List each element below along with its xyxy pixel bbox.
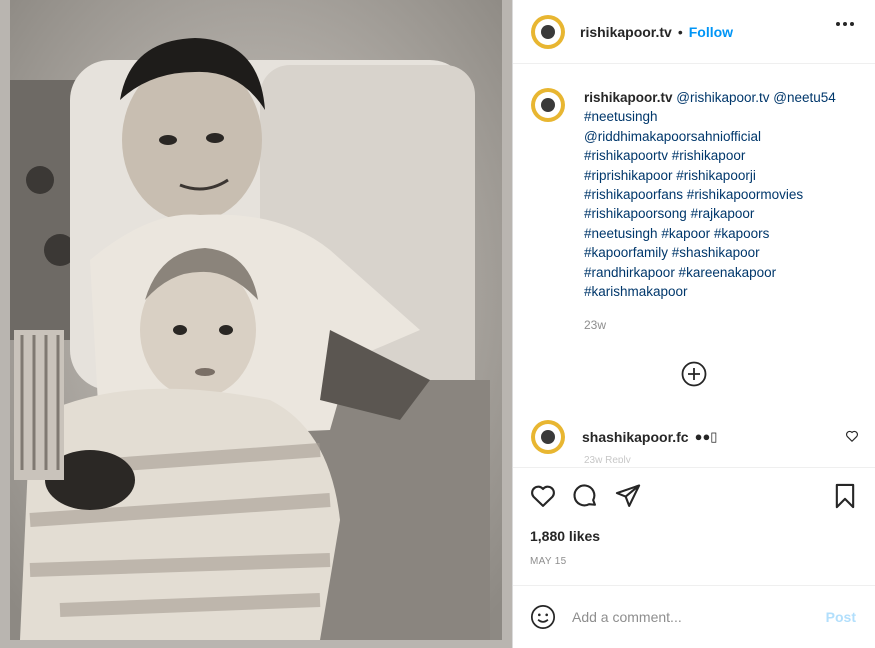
caption-line[interactable]: #karishmakapoor [584,284,688,299]
instagram-post-window: rishikapoor.tv • Follow rishikapoor.tv @… [0,0,875,648]
avatar-image [535,424,561,450]
post-date: MAY 15 [530,556,567,567]
separator-dot: • [677,23,683,40]
comment-meta-cut: 23w Reply [584,455,631,463]
emoji-icon[interactable] [530,604,556,630]
author-avatar[interactable] [531,14,565,49]
post-comment-button[interactable]: Post [826,609,856,625]
caption-line[interactable]: #rishikapoortv #rishikapoor [584,148,745,163]
add-circle-icon[interactable] [680,360,708,388]
caption-line[interactable]: #neetusingh [584,109,658,124]
avatar-image [535,92,561,118]
caption-avatar[interactable] [531,88,565,122]
comment-composer: Post [513,585,875,648]
post-photo[interactable] [0,0,512,648]
commenter-avatar[interactable] [531,420,565,454]
bookmark-icon[interactable] [831,482,859,510]
caption-line[interactable]: #rishikapoorsong #rajkapoor [584,206,754,221]
more-options-icon[interactable] [836,22,854,26]
comment-icon[interactable] [571,482,599,510]
caption-line[interactable]: #randhirkapoor #kareenakapoor [584,265,776,280]
caption-line[interactable]: #kapoorfamily #shashikapoor [584,245,760,260]
caption-line[interactable]: @riddhimakapoorsahniofficial [584,129,761,144]
likes-count[interactable]: 1,880 likes [530,528,600,544]
author-username[interactable]: rishikapoor.tv [580,24,672,40]
caption-line[interactable]: @rishikapoor.tv @neetu54 [676,90,836,105]
comment-text: ●●▯ [694,429,718,444]
caption-line[interactable]: #rishikapoorfans #rishikapoormovies [584,187,803,202]
commenter-username[interactable]: shashikapoor.fc [582,429,689,445]
share-icon[interactable] [614,482,642,510]
post-header: rishikapoor.tv • Follow [513,0,875,64]
caption: rishikapoor.tv @rishikapoor.tv @neetu54 … [513,88,875,301]
caption-username[interactable]: rishikapoor.tv [584,90,673,105]
caption-line[interactable]: #riprishikapoor #rishikapoorji [584,168,756,183]
avatar-image [535,18,561,45]
caption-text: rishikapoor.tv @rishikapoor.tv @neetu54 … [584,88,844,301]
caption-age: 23w [584,318,607,332]
comment-like-heart-icon[interactable] [845,429,859,443]
vintage-photo-image [0,0,512,648]
heart-icon[interactable] [529,482,557,510]
follow-button[interactable]: Follow [689,24,733,40]
comment-input[interactable] [572,609,792,625]
post-actions: 1,880 likes MAY 15 [513,467,875,585]
caption-line[interactable]: #neetusingh #kapoor #kapoors [584,226,769,241]
post-sidebar: rishikapoor.tv • Follow rishikapoor.tv @… [512,0,875,648]
comment-row: shashikapoor.fc ●●▯ [531,420,861,454]
